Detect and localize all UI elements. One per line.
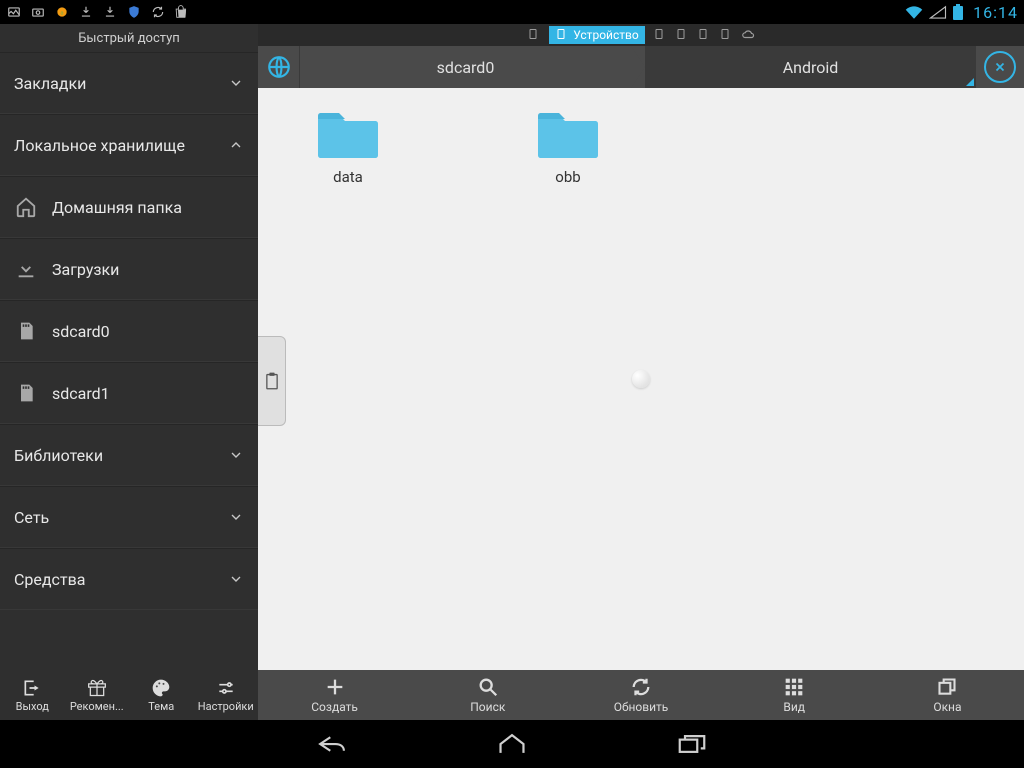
sidebar-section-libraries[interactable]: Библиотеки: [0, 424, 258, 486]
recommend-button[interactable]: Рекомен...: [65, 670, 130, 720]
chevron-down-icon: [228, 571, 244, 587]
sidebar-item-label: Загрузки: [52, 260, 119, 279]
sidebar-section-network[interactable]: Сеть: [0, 486, 258, 548]
shield-icon: [126, 4, 142, 20]
status-notification-icons: a: [6, 4, 190, 20]
status-system-icons: 16:14: [905, 3, 1018, 22]
signal-icon: [929, 5, 947, 19]
wifi-icon: [905, 5, 923, 19]
sidebar-item-home[interactable]: Домашняя папка: [0, 176, 258, 238]
folder-label: obb: [555, 168, 580, 186]
device-icon[interactable]: [675, 28, 689, 42]
device-icon[interactable]: [719, 28, 733, 42]
view-button[interactable]: Вид: [718, 670, 871, 720]
sidebar-section-local-storage[interactable]: Локальное хранилище: [0, 114, 258, 176]
refresh-button[interactable]: Обновить: [564, 670, 717, 720]
clipboard-drawer-handle[interactable]: [258, 336, 286, 426]
chevron-down-icon: [228, 447, 244, 463]
sidebar-item-label: sdcard1: [52, 384, 110, 403]
folder-icon: [316, 108, 380, 160]
sidebar-section-bookmarks[interactable]: Закладки: [0, 52, 258, 114]
section-label: Закладки: [14, 74, 86, 93]
home-icon: [14, 195, 38, 219]
windows-icon: [937, 676, 957, 698]
picture-icon: [6, 4, 22, 20]
file-grid-area: data obb: [258, 88, 1024, 670]
folder-icon: [536, 108, 600, 160]
svg-text:a: a: [60, 10, 63, 16]
windows-button[interactable]: Окна: [871, 670, 1024, 720]
chevron-down-icon: [228, 75, 244, 91]
sidebar-title: Быстрый доступ: [0, 24, 258, 52]
android-nav-bar: [0, 720, 1024, 768]
settings-button[interactable]: Настройки: [194, 670, 259, 720]
breadcrumb-root[interactable]: [258, 46, 300, 88]
sidebar-item-label: sdcard0: [52, 322, 110, 341]
grid-icon: [784, 676, 804, 698]
device-icon[interactable]: [697, 28, 711, 42]
sidebar-bottom-bar: Выход Рекомен... Тема Настройки: [0, 670, 258, 720]
recent-apps-button[interactable]: [672, 729, 712, 759]
sd-card-icon: [14, 319, 38, 343]
create-button[interactable]: Создать: [258, 670, 411, 720]
refresh-icon: [630, 676, 652, 698]
plus-icon: [324, 676, 346, 698]
exit-icon: [22, 678, 42, 698]
sidebar: Быстрый доступ Закладки Локальное хранил…: [0, 24, 258, 720]
breadcrumb-segment-current[interactable]: Android: [645, 46, 976, 88]
breadcrumb-bar: sdcard0 Android: [258, 46, 1024, 88]
decorative-orb: [632, 370, 650, 388]
device-icon: [555, 28, 569, 42]
back-button[interactable]: [312, 729, 352, 759]
folder-item-data[interactable]: data: [298, 108, 398, 186]
chevron-up-icon: [228, 137, 244, 153]
sync-icon: [150, 4, 166, 20]
sd-card-icon: [14, 381, 38, 405]
exit-button[interactable]: Выход: [0, 670, 65, 720]
android-status-bar: a: [0, 0, 1024, 24]
app-icon: a: [54, 4, 70, 20]
tab-bar: Устройство: [258, 24, 1024, 46]
dropdown-indicator-icon: [966, 78, 974, 86]
section-label: Локальное хранилище: [14, 136, 185, 155]
cloud-icon[interactable]: [741, 28, 755, 42]
camera-icon: [30, 4, 46, 20]
sidebar-item-sdcard1[interactable]: sdcard1: [0, 362, 258, 424]
home-button[interactable]: [492, 729, 532, 759]
sidebar-item-label: Домашняя папка: [52, 198, 182, 217]
theme-button[interactable]: Тема: [129, 670, 194, 720]
folder-item-obb[interactable]: obb: [518, 108, 618, 186]
sidebar-item-downloads[interactable]: Загрузки: [0, 238, 258, 300]
download-icon: [102, 4, 118, 20]
sidebar-section-tools[interactable]: Средства: [0, 548, 258, 610]
section-label: Сеть: [14, 508, 49, 527]
device-icon[interactable]: [653, 28, 667, 42]
chevron-down-icon: [228, 509, 244, 525]
main-bottom-bar: Создать Поиск Обновить Вид Окна: [258, 670, 1024, 720]
battery-icon: [953, 4, 963, 20]
search-button[interactable]: Поиск: [411, 670, 564, 720]
download-icon: [14, 257, 38, 281]
device-icon[interactable]: [527, 28, 541, 42]
tab-device[interactable]: Устройство: [549, 26, 644, 44]
palette-icon: [151, 678, 171, 698]
download-icon: [78, 4, 94, 20]
close-tab-button[interactable]: [984, 51, 1016, 83]
breadcrumb-segment[interactable]: sdcard0: [300, 46, 631, 88]
bag-icon: [174, 4, 190, 20]
sliders-icon: [216, 678, 236, 698]
search-icon: [477, 676, 499, 698]
sidebar-item-sdcard0[interactable]: sdcard0: [0, 300, 258, 362]
gift-icon: [87, 678, 107, 698]
clock: 16:14: [973, 3, 1018, 22]
section-label: Библиотеки: [14, 446, 103, 465]
folder-label: data: [333, 168, 363, 186]
section-label: Средства: [14, 570, 85, 589]
